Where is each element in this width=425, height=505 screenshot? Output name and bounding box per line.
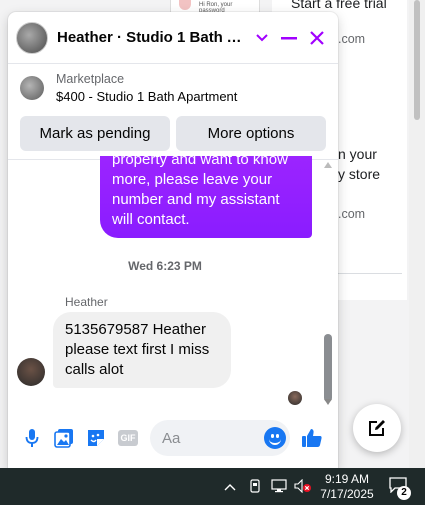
sticker-icon[interactable] [80,422,112,454]
new-message-button[interactable] [353,404,401,452]
show-hidden-icons-chevron-icon[interactable] [224,478,236,494]
microphone-icon[interactable] [16,422,48,454]
message-scrollbar-thumb[interactable] [324,334,332,402]
background-domain-1: .com [338,32,366,46]
read-receipt-avatar [288,391,302,405]
gif-label: GIF [118,430,138,446]
clock-time: 9:19 AM [324,472,370,486]
background-line-a: n your [338,146,377,162]
message-composer: GIF [8,416,338,460]
message-list[interactable]: property and want to know more, please l… [8,156,338,410]
device-icon[interactable] [248,479,262,496]
minimize-icon[interactable] [277,25,303,51]
page-scrollbar[interactable] [409,0,425,468]
photo-icon[interactable] [48,422,80,454]
message-scrollbar[interactable] [322,156,336,410]
like-icon[interactable] [296,422,328,454]
page-scrollbar-thumb[interactable] [414,0,420,120]
sender-avatar[interactable] [17,358,45,386]
gif-icon[interactable]: GIF [112,422,144,454]
background-domain-2: .com [338,207,366,221]
message-timestamp: Wed 6:23 PM [128,259,202,273]
notification-badge: 2 [397,486,411,500]
volume-muted-icon[interactable] [294,478,312,496]
chat-title[interactable]: Heather · Studio 1 Bath Ap... [57,29,247,46]
taskbar: 9:19 AM 7/17/2025 2 [0,468,425,505]
background-line-b: y store [338,166,381,182]
mark-as-pending-button[interactable]: Mark as pending [20,116,170,151]
more-options-button[interactable]: More options [176,116,326,151]
clock-date: 7/17/2025 [320,487,374,501]
scroll-down-arrow-icon[interactable] [324,399,332,405]
listing-thumbnail[interactable] [20,76,44,100]
compose-icon [369,420,385,436]
chat-header: Heather · Studio 1 Bath Ap... [8,12,338,64]
incoming-message[interactable]: 5135679587 Heather please text first I m… [53,312,231,388]
network-icon[interactable] [271,479,287,496]
system-clock[interactable]: 9:19 AM 7/17/2025 [318,472,376,502]
message-input-wrapper[interactable] [150,420,290,456]
background-tagline[interactable]: Start a free trial [291,0,387,11]
chat-window: Heather · Studio 1 Bath Ap... Marketplac… [8,12,338,468]
close-icon[interactable] [304,25,330,51]
chevron-down-icon[interactable] [249,25,275,51]
sender-name: Heather [65,295,108,309]
marketplace-panel: Marketplace $400 - Studio 1 Bath Apartme… [8,64,338,160]
notification-center-icon[interactable]: 2 [389,477,411,500]
emoji-icon[interactable] [264,427,286,449]
contact-avatar[interactable] [16,21,48,54]
listing-title[interactable]: $400 - Studio 1 Bath Apartment [56,89,237,104]
marketplace-label: Marketplace [56,72,125,86]
outgoing-message[interactable]: property and want to know more, please l… [100,156,312,238]
message-input[interactable] [162,429,262,447]
scroll-up-arrow-icon[interactable] [324,162,332,168]
